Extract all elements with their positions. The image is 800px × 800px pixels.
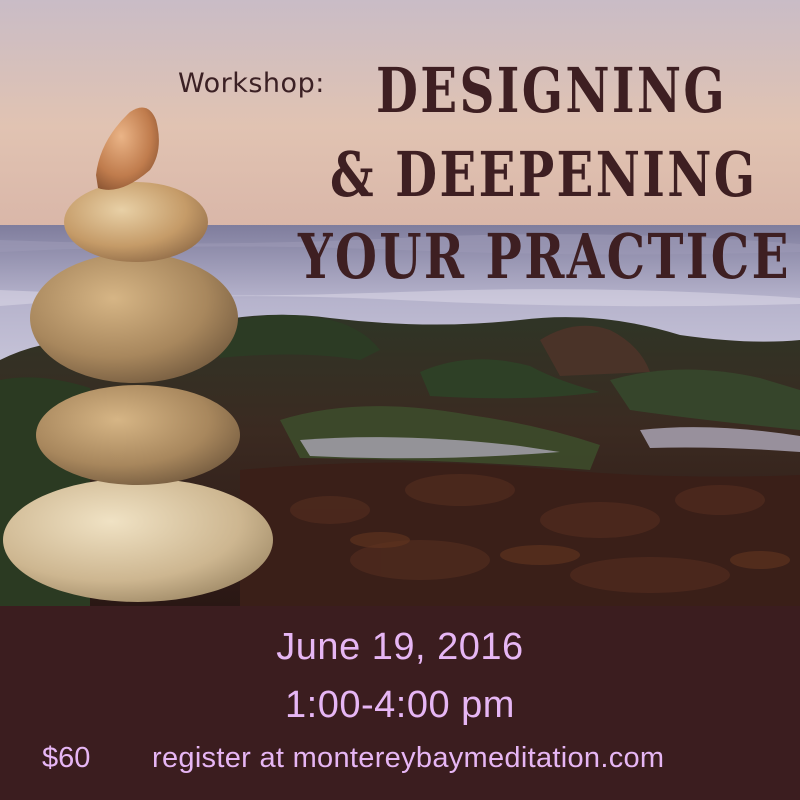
registration-text: register at montereybaymeditation.com <box>152 742 665 774</box>
event-date: June 19, 2016 <box>276 626 524 668</box>
event-info-banner: June 19, 2016 1:00-4:00 pm $60 register … <box>0 606 800 800</box>
background-photo <box>0 0 800 606</box>
workshop-poster: Workshop: DESIGNING & DEEPENING YOUR PRA… <box>0 0 800 800</box>
event-time: 1:00-4:00 pm <box>285 684 515 726</box>
stacked-stones-ocean-image <box>0 0 800 606</box>
event-price: $60 <box>42 742 91 774</box>
